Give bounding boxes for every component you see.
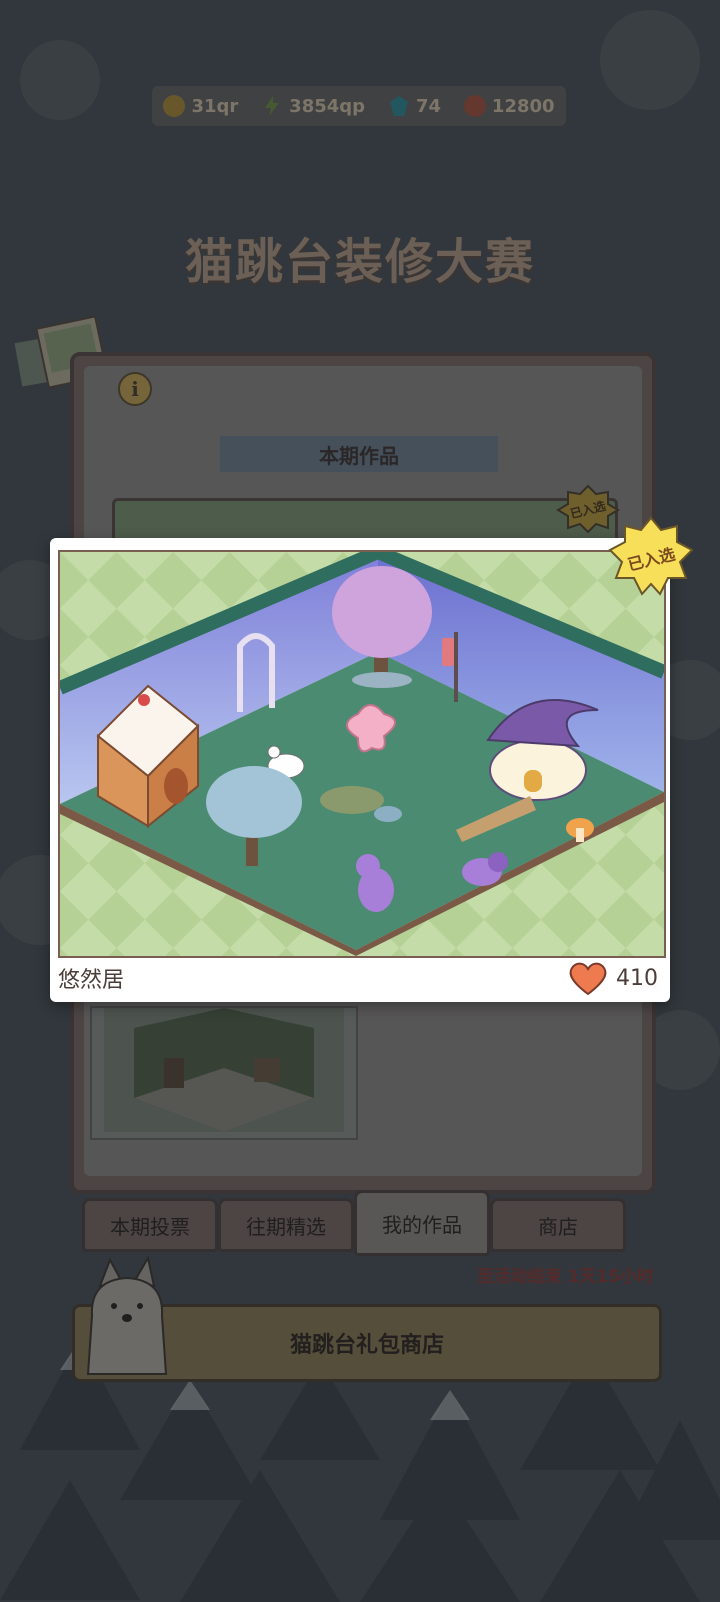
selected-badge: 已入选	[608, 516, 694, 600]
heart-icon[interactable]	[568, 960, 608, 996]
room-preview-image	[58, 550, 666, 958]
like-count: 410	[616, 965, 658, 991]
like-counter[interactable]: 410	[568, 958, 658, 998]
entry-detail-popup: 悠然居 410	[50, 538, 670, 1002]
entry-name: 悠然居	[58, 968, 125, 993]
